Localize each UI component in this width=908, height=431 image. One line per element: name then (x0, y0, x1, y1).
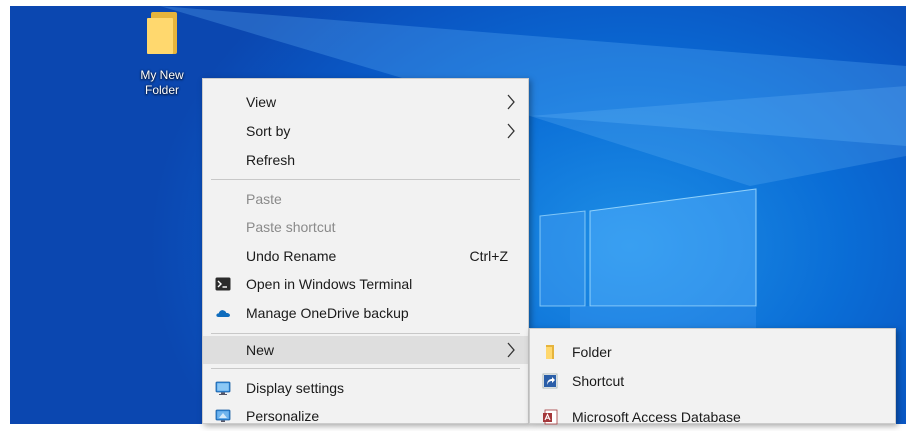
menu-item-display-settings[interactable]: Display settings (203, 374, 528, 402)
chevron-right-icon (507, 123, 515, 139)
access-database-icon (543, 409, 558, 425)
menu-item-undo-rename[interactable]: Undo Rename Ctrl+Z (203, 242, 528, 270)
chevron-right-icon (507, 342, 515, 358)
menu-item-label: New (246, 342, 275, 358)
submenu-item-shortcut[interactable]: Shortcut (530, 367, 895, 395)
desktop-icon-label: My New Folder (140, 68, 184, 97)
menu-item-label: Personalize (246, 408, 320, 424)
terminal-icon (215, 277, 231, 291)
menu-separator (211, 333, 520, 334)
menu-separator (211, 179, 520, 180)
chevron-right-icon (507, 94, 515, 110)
display-settings-icon (215, 381, 231, 395)
menu-item-label: Undo Rename (246, 248, 337, 264)
menu-item-label: Manage OneDrive backup (246, 305, 409, 321)
menu-item-label: Sort by (246, 123, 291, 139)
menu-item-label: View (246, 94, 277, 110)
menu-item-label: Display settings (246, 380, 345, 396)
keyboard-shortcut: Ctrl+Z (469, 248, 509, 264)
menu-item-label: Refresh (246, 152, 296, 168)
desktop-icon-my-new-folder[interactable]: My New Folder (122, 10, 202, 98)
shortcut-icon (542, 373, 558, 389)
desktop-context-menu: View Sort by Refresh Paste Paste shortcu… (202, 78, 529, 424)
menu-item-open-in-windows-terminal[interactable]: Open in Windows Terminal (203, 270, 528, 298)
menu-item-label: Shortcut (572, 373, 625, 389)
menu-separator (211, 368, 520, 369)
menu-item-refresh[interactable]: Refresh (203, 146, 528, 174)
menu-item-paste-shortcut: Paste shortcut (203, 213, 528, 241)
menu-item-paste: Paste (203, 185, 528, 213)
menu-item-label: Paste shortcut (246, 219, 336, 235)
folder-icon (546, 345, 554, 359)
menu-item-label: Microsoft Access Database (572, 409, 741, 425)
submenu-item-folder[interactable]: Folder (530, 338, 895, 366)
menu-item-label: Open in Windows Terminal (246, 276, 413, 292)
folder-icon (147, 10, 177, 54)
menu-item-personalize[interactable]: Personalize (203, 402, 528, 430)
personalize-icon (215, 409, 231, 422)
menu-item-label: Paste (246, 191, 282, 207)
menu-item-sort-by[interactable]: Sort by (203, 117, 528, 145)
menu-item-view[interactable]: View (203, 88, 528, 116)
menu-item-manage-onedrive-backup[interactable]: Manage OneDrive backup (203, 299, 528, 327)
onedrive-cloud-icon (216, 310, 230, 317)
submenu-item-microsoft-access-database[interactable]: Microsoft Access Database (530, 403, 895, 431)
new-submenu: Folder Shortcut Microsoft Access Databas… (529, 328, 896, 425)
menu-item-label: Folder (572, 344, 612, 360)
menu-item-new[interactable]: New (203, 336, 528, 364)
